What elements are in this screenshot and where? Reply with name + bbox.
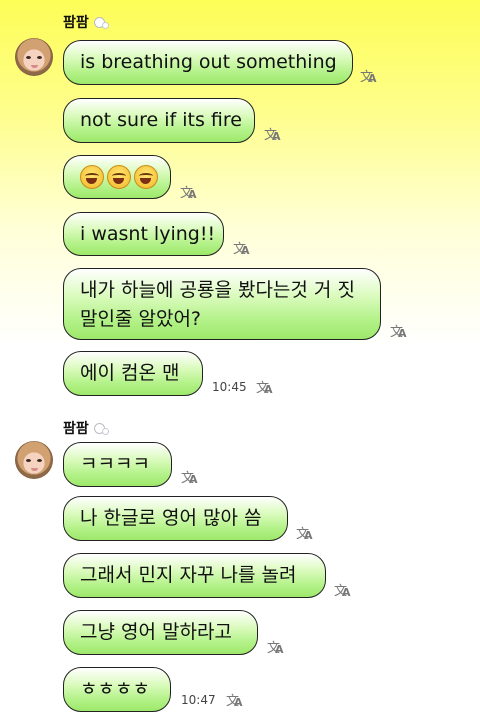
message-text: is breathing out something	[80, 51, 337, 73]
message-text: 그냥 영어 말하라고	[80, 621, 232, 643]
avatar-mouth	[31, 468, 38, 471]
translate-icon[interactable]: 文A	[334, 581, 352, 599]
laughing-emoji-icon	[134, 165, 158, 189]
message-text: 내가 하늘에 공룡을 봤다는것 거 짓말인줄 알았어?	[80, 279, 355, 330]
translate-icon[interactable]: 文A	[264, 125, 282, 143]
message-bubble[interactable]: 그래서 민지 자꾸 나를 놀려	[63, 553, 326, 598]
timestamp: 10:45	[212, 380, 247, 394]
avatar[interactable]	[15, 38, 53, 76]
bubble-badge-icon	[92, 14, 109, 30]
sender-name-text: 팜팜	[63, 15, 89, 31]
laughing-emoji-icon	[80, 165, 104, 189]
message-bubble[interactable]: not sure if its fire	[63, 98, 255, 143]
message-bubble[interactable]: 내가 하늘에 공룡을 봤다는것 거 짓말인줄 알았어?	[63, 268, 381, 340]
timestamp: 10:47	[181, 693, 216, 707]
sender-name: 팜팜	[63, 418, 109, 438]
message-text: 그래서 민지 자꾸 나를 놀려	[80, 564, 297, 586]
message-text: ㅎㅎㅎㅎ	[80, 678, 150, 700]
translate-icon[interactable]: 文A	[256, 378, 274, 396]
message-text: 에이 컴온 맨	[80, 362, 180, 384]
sender-name-text: 팜팜	[63, 421, 89, 437]
message-bubble[interactable]: 나 한글로 영어 많아 씀	[63, 496, 288, 541]
translate-icon[interactable]: 文A	[181, 468, 199, 486]
avatar[interactable]	[15, 441, 53, 479]
translate-icon[interactable]: 文A	[267, 638, 285, 656]
message-bubble[interactable]	[63, 155, 171, 199]
translate-icon[interactable]: 文A	[180, 183, 198, 201]
avatar-mouth	[31, 65, 38, 68]
message-text: not sure if its fire	[80, 109, 242, 131]
avatar-eye	[26, 459, 31, 462]
message-bubble[interactable]: 그냥 영어 말하라고	[63, 610, 258, 655]
translate-icon[interactable]: 文A	[390, 322, 408, 340]
message-bubble[interactable]: ㅎㅎㅎㅎ	[63, 667, 171, 712]
message-text: ㅋㅋㅋㅋ	[80, 453, 150, 475]
message-bubble[interactable]: 에이 컴온 맨	[63, 351, 203, 396]
translate-icon[interactable]: 文A	[226, 691, 244, 709]
translate-icon[interactable]: 文A	[233, 239, 251, 257]
translate-icon[interactable]: 文A	[360, 67, 378, 85]
message-bubble[interactable]: ㅋㅋㅋㅋ	[63, 442, 172, 487]
message-text: i wasnt lying!!	[80, 222, 216, 245]
message-bubble[interactable]: i wasnt lying!!	[63, 212, 224, 256]
bubble-badge-icon	[92, 420, 109, 436]
message-text: 나 한글로 영어 많아 씀	[80, 507, 262, 529]
translate-icon[interactable]: 文A	[296, 524, 314, 542]
avatar-eye	[26, 56, 31, 59]
sender-name: 팜팜	[63, 12, 109, 32]
avatar-eye	[37, 459, 42, 462]
avatar-eye	[37, 56, 42, 59]
message-bubble[interactable]: is breathing out something	[63, 40, 353, 85]
laughing-emoji-icon	[107, 165, 131, 189]
